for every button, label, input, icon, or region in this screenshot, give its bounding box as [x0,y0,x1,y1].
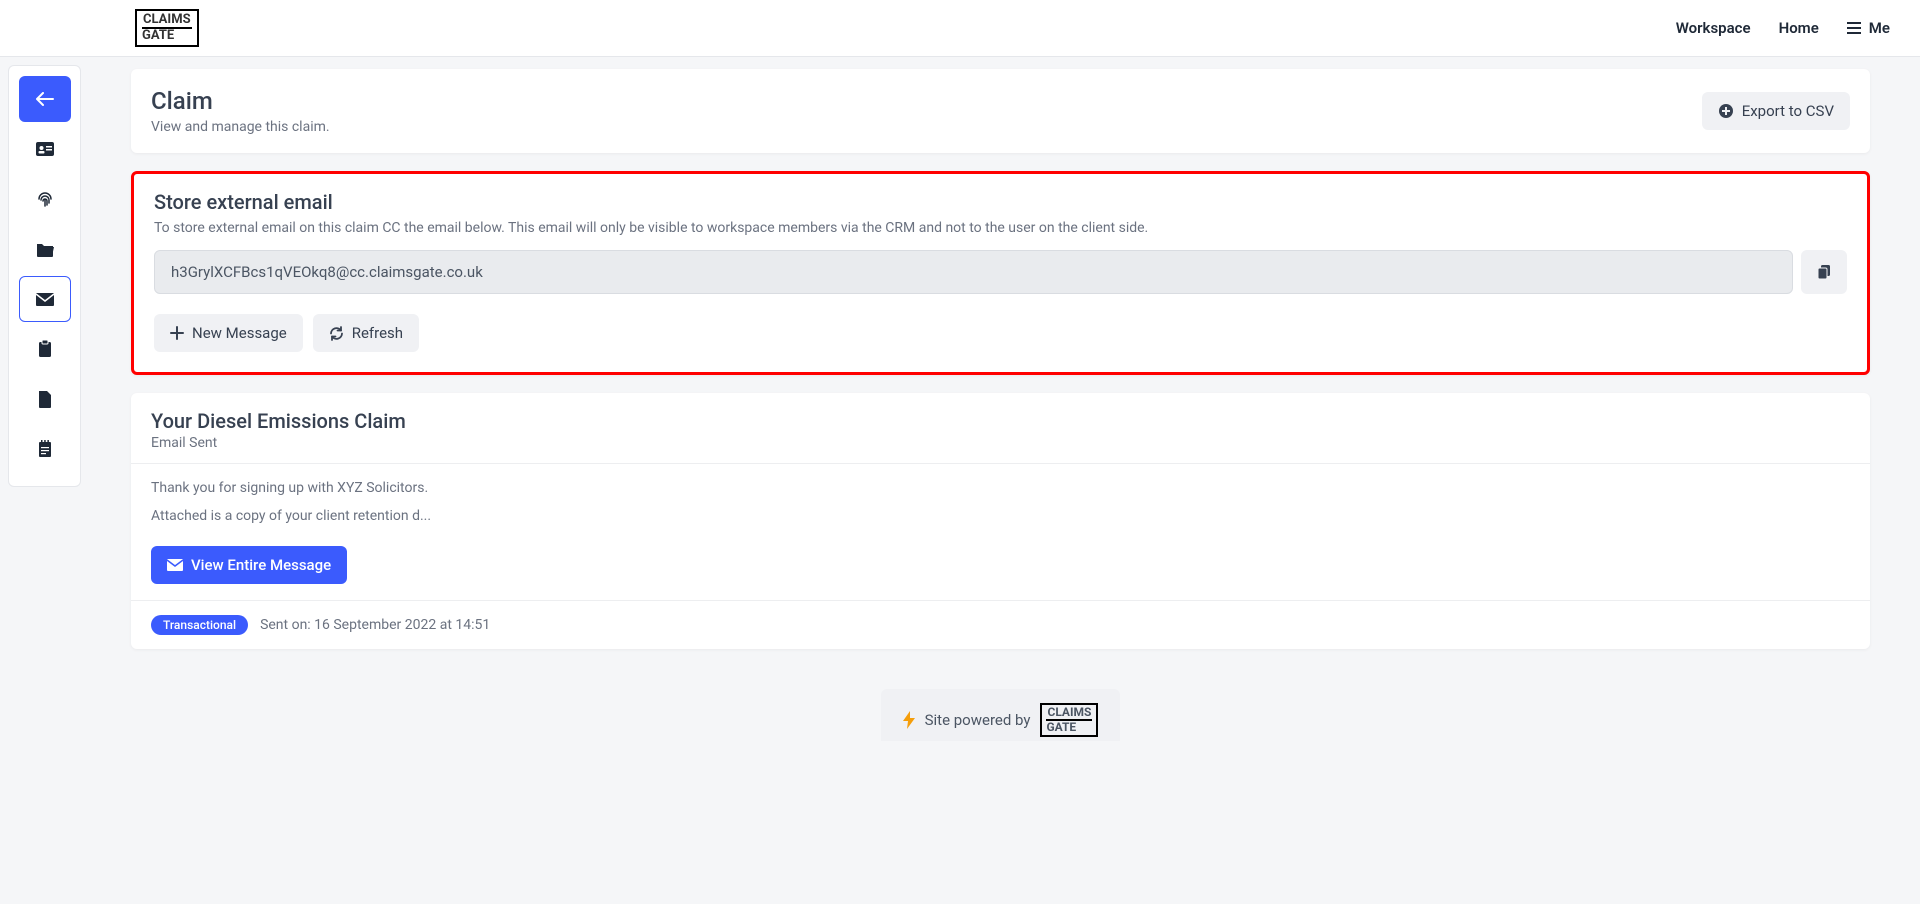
message-title: Your Diesel Emissions Claim [151,409,1850,433]
claim-header-card: Claim View and manage this claim. Export… [131,69,1870,153]
section-title: Store external email [154,190,1847,214]
sidebar-item-email[interactable] [19,276,71,322]
fingerprint-icon [36,190,54,208]
sidebar-item-file[interactable] [19,376,71,422]
footer: Site powered by CLAIMS GATE [131,689,1870,741]
nav-workspace[interactable]: Workspace [1676,19,1751,37]
store-email-card: Store external email To store external e… [131,171,1870,375]
top-nav: CLAIMS GATE Workspace Home Me [0,0,1920,57]
sidebar-back-button[interactable] [19,76,71,122]
message-line-2: Attached is a copy of your client retent… [151,508,1850,524]
message-sent-on: Sent on: 16 September 2022 at 14:51 [260,617,490,633]
message-status: Email Sent [151,435,1850,451]
folder-icon [36,242,54,257]
cc-email-input[interactable] [154,250,1793,294]
copy-icon [1816,264,1832,280]
export-csv-button[interactable]: Export to CSV [1702,92,1850,130]
refresh-icon [329,326,344,341]
message-tag: Transactional [151,615,248,635]
bolt-icon [903,711,915,729]
section-desc: To store external email on this claim CC… [154,220,1847,236]
envelope-icon [36,293,54,306]
envelope-icon [167,559,183,571]
main-content: Claim View and manage this claim. Export… [81,57,1920,771]
sidebar-item-fingerprint[interactable] [19,176,71,222]
notes-icon [38,440,52,458]
brand-logo: CLAIMS GATE [135,9,199,48]
new-message-button[interactable]: New Message [154,314,303,352]
page-title: Claim [151,87,330,115]
file-icon [38,390,52,408]
sidebar-item-clipboard[interactable] [19,326,71,372]
message-line-1: Thank you for signing up with XYZ Solici… [151,480,1850,496]
arrow-left-icon [36,92,54,106]
refresh-button[interactable]: Refresh [313,314,419,352]
footer-brand-logo: CLAIMS GATE [1040,703,1098,737]
nav-links: Workspace Home Me [1676,19,1890,37]
copy-email-button[interactable] [1801,250,1847,294]
sidebar-item-notes[interactable] [19,426,71,472]
menu-icon [1847,22,1861,34]
powered-by[interactable]: Site powered by CLAIMS GATE [881,689,1121,741]
sidebar-item-card[interactable] [19,126,71,172]
nav-home[interactable]: Home [1779,19,1819,37]
clipboard-icon [38,340,52,358]
plus-circle-icon [1718,103,1734,119]
plus-icon [170,326,184,340]
message-card: Your Diesel Emissions Claim Email Sent T… [131,393,1870,649]
id-card-icon [36,142,54,156]
sidebar [8,65,81,487]
page-subtitle: View and manage this claim. [151,119,330,135]
nav-me[interactable]: Me [1847,19,1890,37]
sidebar-item-folder[interactable] [19,226,71,272]
view-entire-message-button[interactable]: View Entire Message [151,546,347,584]
